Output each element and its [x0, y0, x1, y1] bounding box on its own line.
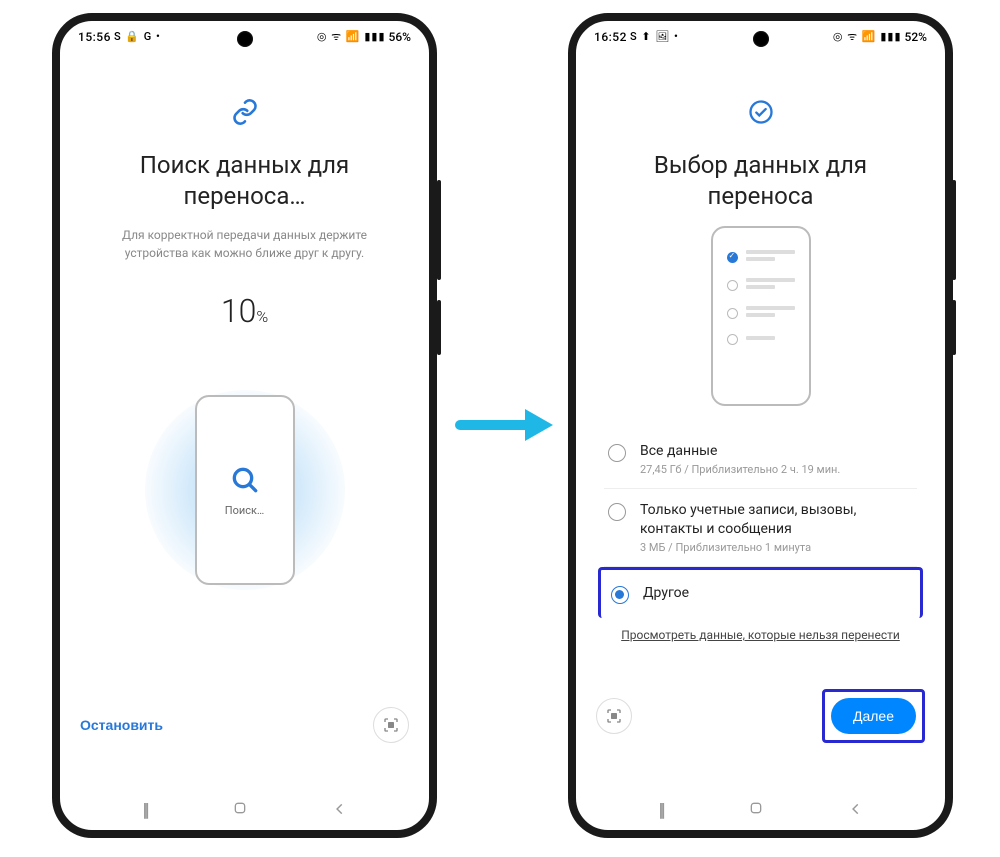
nav-bar: ||| — [576, 790, 945, 830]
status-right-icons: ◎ ᯤ 📶 ▮▮▮ — [317, 29, 386, 44]
scan-icon — [605, 707, 623, 725]
option-title: Все данные — [640, 442, 913, 461]
stop-button[interactable]: Остановить — [80, 717, 163, 733]
camera-hole — [237, 31, 253, 47]
nav-home-button[interactable] — [748, 800, 764, 821]
progress-value: 10 — [221, 292, 257, 330]
nav-recent-button[interactable]: ||| — [142, 800, 146, 821]
nav-home-button[interactable] — [232, 800, 248, 821]
status-right-icons: ◎ ᯤ 📶 ▮▮▮ — [833, 29, 902, 44]
status-time: 15:56 — [78, 30, 111, 44]
radio-unchecked[interactable] — [608, 444, 626, 462]
option-all-data[interactable]: Все данные 27,45 Гб / Приблизительно 2 ч… — [604, 430, 917, 489]
nav-back-button[interactable] — [333, 800, 347, 821]
select-illustration — [600, 226, 921, 406]
next-button[interactable]: Далее — [831, 698, 916, 734]
option-other[interactable]: Другое — [598, 567, 923, 618]
status-time: 16:52 — [594, 30, 627, 44]
view-untransferable-link[interactable]: Просмотреть данные, которые нельзя перен… — [600, 628, 921, 642]
phone-side-button — [437, 180, 441, 280]
page-subtitle: Для корректной передачи данных держите у… — [84, 226, 405, 262]
scan-button[interactable] — [373, 707, 409, 743]
option-title: Другое — [643, 584, 910, 603]
arrow-icon — [455, 405, 555, 445]
status-battery: 52% — [905, 30, 927, 44]
option-accounts-only[interactable]: Только учетные записи, вызовы, контакты … — [604, 489, 917, 567]
status-left-icons: S ⬆ 🖼 • — [630, 30, 679, 43]
option-sub: 27,45 Гб / Приблизительно 2 ч. 19 мин. — [640, 463, 913, 476]
search-icon — [229, 464, 261, 496]
mini-phone-illustration: Поиск… — [195, 395, 295, 585]
page-title: Поиск данных для переноса… — [84, 150, 405, 212]
nav-back-button[interactable] — [849, 800, 863, 821]
link-icon — [84, 98, 405, 130]
phone-searching: 15:56 S 🔒 G • ◎ ᯤ 📶 ▮▮▮ 56% Поиск данных… — [52, 13, 437, 838]
status-left-icons: S 🔒 G • — [114, 30, 161, 43]
radio-selected[interactable] — [611, 586, 629, 604]
status-battery: 56% — [389, 30, 411, 44]
next-button-highlight: Далее — [822, 689, 925, 743]
phone-side-button — [437, 300, 441, 355]
page-title: Выбор данных для переноса — [600, 150, 921, 212]
progress-unit: % — [256, 307, 268, 326]
nav-recent-button[interactable]: ||| — [658, 800, 662, 821]
nav-bar: ||| — [60, 790, 429, 830]
option-title: Только учетные записи, вызовы, контакты … — [640, 501, 913, 539]
phone-select-data: 16:52 S ⬆ 🖼 • ◎ ᯤ 📶 ▮▮▮ 52% Выбор данных… — [568, 13, 953, 838]
search-label: Поиск… — [225, 504, 265, 517]
search-graphic: Поиск… — [84, 370, 405, 610]
scan-button[interactable] — [596, 698, 632, 734]
camera-hole — [753, 31, 769, 47]
progress-percent: 10% — [84, 292, 405, 330]
option-sub: 3 МБ / Приблизительно 1 минута — [640, 541, 913, 554]
check-circle-icon — [600, 98, 921, 130]
radio-unchecked[interactable] — [608, 503, 626, 521]
scan-icon — [382, 716, 400, 734]
